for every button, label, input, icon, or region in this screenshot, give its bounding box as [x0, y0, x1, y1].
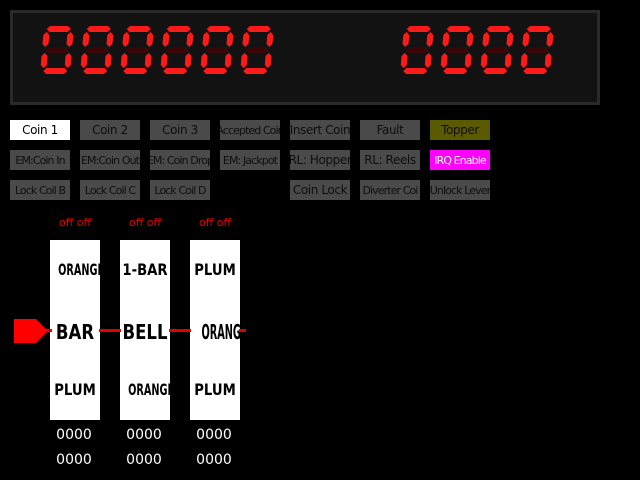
reel-3-bottom-symbol: PLUM	[194, 380, 236, 399]
reel-3-status: off off	[199, 216, 232, 229]
reel-3: PLUM ORANGE PLUM	[190, 240, 248, 420]
insert-coin-button[interactable]: Insert Coin	[290, 120, 350, 140]
lock-coil-c-button[interactable]: Lock Coil C	[80, 180, 140, 200]
lock-coil-b-button[interactable]: Lock Coil B	[10, 180, 70, 200]
bet-display	[400, 22, 560, 82]
reel-2-top-symbol: 1-BAR	[122, 260, 168, 279]
rl-reels-button[interactable]: RL: Reels	[360, 150, 420, 170]
payline-segment	[169, 329, 191, 332]
seven-segment-digit	[40, 26, 74, 74]
em-coin-drop-button[interactable]: EM: Coin Drop	[150, 150, 210, 170]
seven-segment-digit	[400, 26, 434, 74]
unlock-lever-button[interactable]: Unlock Lever	[430, 180, 490, 200]
payline-segment	[99, 329, 121, 332]
reel-2-bottom-symbol: ORANGE	[128, 380, 175, 399]
lock-coil-d-button[interactable]: Lock Coil D	[150, 180, 210, 200]
em-coin-in-button[interactable]: EM:Coin In	[10, 150, 70, 170]
reel-1-counter-2: 0000	[56, 452, 92, 468]
seven-segment-digit	[200, 26, 234, 74]
reel-3-counter-1: 0000	[196, 427, 232, 443]
em-jackpot-button[interactable]: EM: Jackpot	[220, 150, 280, 170]
reel-2-counter-1: 0000	[126, 427, 162, 443]
reel-2-middle-symbol: BELL	[122, 320, 168, 344]
seven-segment-digit	[160, 26, 194, 74]
em-coin-out-button[interactable]: EM:Coin Out	[80, 150, 140, 170]
reel-1-top-symbol: ORANGE	[58, 260, 105, 279]
diverter-coil-button[interactable]: Diverter Coi	[360, 180, 420, 200]
irq-enable-button[interactable]: IRQ Enable	[430, 150, 490, 170]
reel-2: 1-BAR BELL ORANGE	[120, 240, 175, 420]
reel-1: ORANGE BAR PLUM	[50, 240, 105, 420]
rl-hopper-button[interactable]: RL: Hopper	[290, 150, 350, 170]
reel-1-counter-1: 0000	[56, 427, 92, 443]
reel-2-counter-2: 0000	[126, 452, 162, 468]
coin-3-button[interactable]: Coin 3	[150, 120, 210, 140]
seven-segment-digit	[480, 26, 514, 74]
reel-3-top-symbol: PLUM	[194, 260, 236, 279]
seven-segment-digit	[80, 26, 114, 74]
reel-1-status: off off	[59, 216, 92, 229]
coin-2-button[interactable]: Coin 2	[80, 120, 140, 140]
seven-segment-digit	[440, 26, 474, 74]
topper-button[interactable]: Topper	[430, 120, 490, 140]
seven-segment-digit	[120, 26, 154, 74]
reel-1-middle-symbol: BAR	[55, 320, 95, 344]
seven-segment-digit	[520, 26, 554, 74]
reel-1-bottom-symbol: PLUM	[54, 380, 96, 399]
seven-segment-digit	[240, 26, 274, 74]
fault-button[interactable]: Fault	[360, 120, 420, 140]
payline-pointer-icon	[14, 319, 48, 343]
reel-3-middle-symbol: ORANGE	[201, 320, 248, 344]
coin-lock-button[interactable]: Coin Lock	[290, 180, 350, 200]
reel-3-counter-2: 0000	[196, 452, 232, 468]
payline-segment	[239, 329, 246, 332]
reel-2-status: off off	[129, 216, 162, 229]
credits-display	[40, 22, 280, 82]
coin-1-button[interactable]: Coin 1	[10, 120, 70, 140]
accepted-coin-button[interactable]: Accepted Coin	[220, 120, 280, 140]
